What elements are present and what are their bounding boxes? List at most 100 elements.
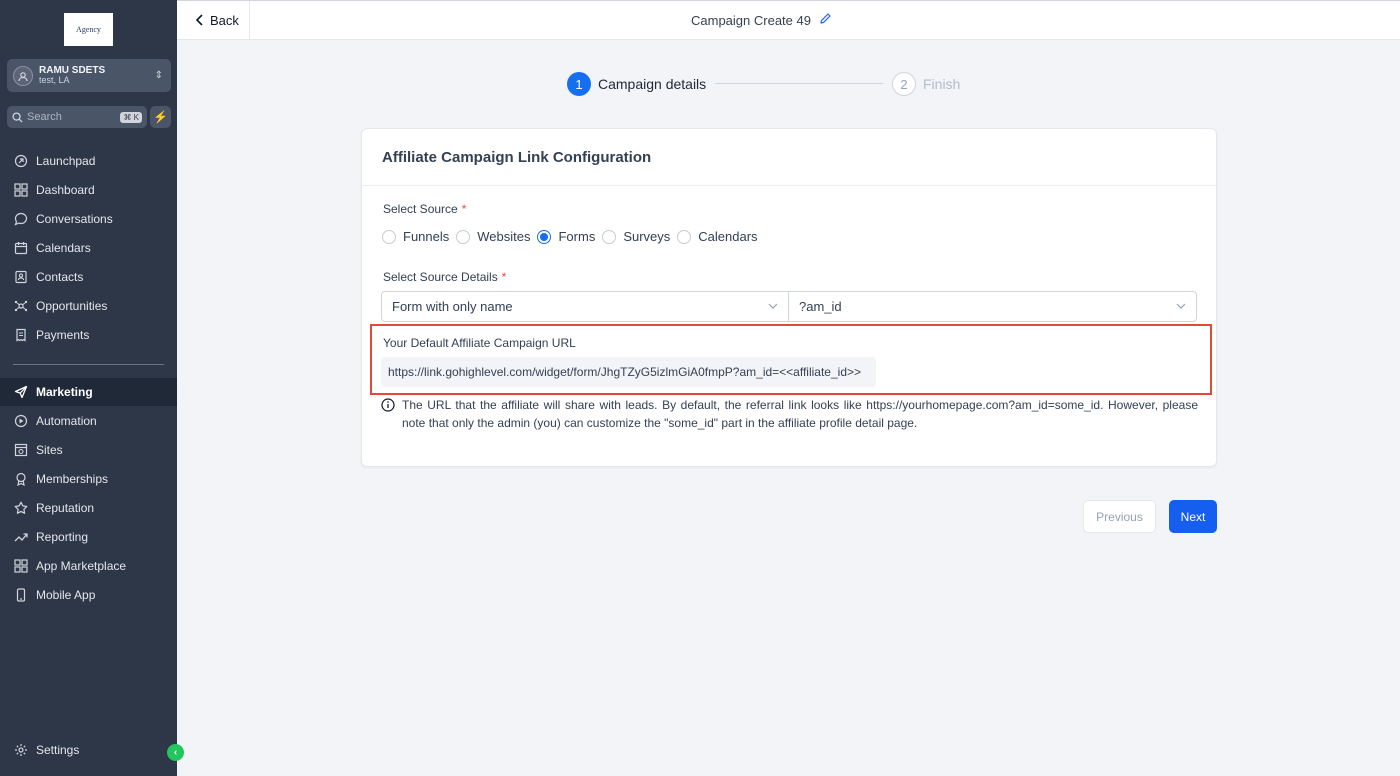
select-source-text: Select Source xyxy=(383,202,458,216)
radio-label: Forms xyxy=(558,229,596,244)
radio-forms[interactable]: Forms xyxy=(537,229,595,244)
sidebar-item-opportunities[interactable]: Opportunities xyxy=(0,292,177,320)
sidebar-item-label: Opportunities xyxy=(36,299,108,313)
step-finish: 2 Finish xyxy=(892,72,960,96)
sidebar-item-label: Conversations xyxy=(36,212,113,226)
pencil-icon[interactable] xyxy=(819,12,832,28)
quick-action-bolt-icon[interactable]: ⚡ xyxy=(150,106,171,128)
radio-calendars[interactable]: Calendars xyxy=(677,229,758,244)
search-icon xyxy=(12,111,23,123)
badge-icon xyxy=(13,471,29,487)
sidebar-item-label: Reporting xyxy=(36,530,89,544)
sidebar-item-label: App Marketplace xyxy=(36,559,127,573)
radio-websites[interactable]: Websites xyxy=(456,229,530,244)
location-icon xyxy=(13,65,33,86)
account-switcher[interactable]: RAMU SDETS test, LA ⇕ xyxy=(7,59,171,92)
source-radio-group: Funnels Websites Forms Surveys Calendars xyxy=(382,229,765,244)
sidebar-item-reputation[interactable]: Reputation xyxy=(0,494,177,522)
step-label: Finish xyxy=(923,76,961,92)
url-help-note: The URL that the affiliate will share wi… xyxy=(381,396,1198,432)
sidebar-item-marketing[interactable]: Marketing xyxy=(0,378,177,406)
radio-label: Funnels xyxy=(403,229,450,244)
chat-icon xyxy=(13,211,29,227)
radio-label: Calendars xyxy=(698,229,758,244)
chevron-updown-icon: ⇕ xyxy=(154,70,163,81)
radio-circle xyxy=(602,229,617,244)
sidebar-item-automation[interactable]: Automation xyxy=(0,407,177,435)
sidebar-item-calendars[interactable]: Calendars xyxy=(0,234,177,262)
contacts-icon xyxy=(13,269,29,285)
rocket-icon xyxy=(13,153,29,169)
step-number: 2 xyxy=(892,72,916,96)
agency-logo[interactable]: Agency xyxy=(64,13,113,46)
sidebar-item-contacts[interactable]: Contacts xyxy=(0,263,177,291)
step-label: Campaign details xyxy=(598,76,707,92)
sidebar-item-label: Dashboard xyxy=(36,183,95,197)
step-campaign-details: 1 Campaign details xyxy=(567,72,706,96)
form-select-value: Form with only name xyxy=(392,299,513,314)
page-title: Campaign Create 49 xyxy=(691,12,832,28)
param-select-value: ?am_id xyxy=(799,299,842,314)
gear-icon xyxy=(13,742,29,758)
search-placeholder: Search xyxy=(27,111,62,123)
sidebar-item-label: Mobile App xyxy=(36,588,96,602)
sidebar-item-mobile-app[interactable]: Mobile App xyxy=(0,581,177,609)
sidebar-item-payments[interactable]: Payments xyxy=(0,321,177,349)
sidebar-item-label: Contacts xyxy=(36,270,84,284)
sidebar-item-launchpad[interactable]: Launchpad xyxy=(0,147,177,175)
param-select[interactable]: ?am_id xyxy=(788,291,1197,322)
radio-circle xyxy=(382,229,396,244)
radio-circle xyxy=(677,229,692,244)
url-highlight-box xyxy=(370,324,1212,395)
apps-icon xyxy=(13,558,29,574)
logo-text: Agency xyxy=(76,25,101,34)
sidebar-item-label: Payments xyxy=(36,328,90,342)
sidebar-item-conversations[interactable]: Conversations xyxy=(0,205,177,233)
next-button[interactable]: Next xyxy=(1169,500,1217,533)
back-label: Back xyxy=(210,13,239,28)
previous-button[interactable]: Previous xyxy=(1083,500,1156,533)
sidebar-item-label: Calendars xyxy=(36,241,91,255)
top-bar: Back Campaign Create 49 xyxy=(177,0,1400,40)
select-source-label: Select Source * xyxy=(383,202,466,216)
search-input[interactable]: Search ⌘ K xyxy=(7,106,147,128)
sidebar-item-dashboard[interactable]: Dashboard xyxy=(0,176,177,204)
sidebar-item-label: Memberships xyxy=(36,472,109,486)
radio-circle xyxy=(456,229,471,244)
sidebar-item-settings[interactable]: Settings xyxy=(0,736,177,764)
required-asterisk: * xyxy=(461,202,467,216)
sidebar-item-label: Marketing xyxy=(36,385,93,399)
sidebar-item-label: Sites xyxy=(36,443,63,457)
sidebar-item-label: Launchpad xyxy=(36,154,96,168)
help-note-text: The URL that the affiliate will share wi… xyxy=(402,398,1198,430)
calendar-icon xyxy=(13,240,29,256)
sidebar-item-label: Reputation xyxy=(36,501,95,515)
sidebar-item-reporting[interactable]: Reporting xyxy=(0,523,177,551)
radio-label: Websites xyxy=(477,229,531,244)
sidebar-item-sites[interactable]: Sites xyxy=(0,436,177,464)
trend-icon xyxy=(13,529,29,545)
affiliate-link-config-card: Affiliate Campaign Link Configuration Se… xyxy=(361,128,1217,467)
sidebar-item-memberships[interactable]: Memberships xyxy=(0,465,177,493)
radio-funnels[interactable]: Funnels xyxy=(382,229,449,244)
sites-icon xyxy=(13,442,29,458)
star-icon xyxy=(13,500,29,516)
required-asterisk: * xyxy=(501,270,507,284)
chevron-down-icon xyxy=(768,301,778,312)
sidebar-item-label: Automation xyxy=(36,414,97,428)
sidebar-item-app-marketplace[interactable]: App Marketplace xyxy=(0,552,177,580)
step-number: 1 xyxy=(567,72,591,96)
card-heading: Affiliate Campaign Link Configuration xyxy=(362,129,1216,186)
chevron-left-icon xyxy=(195,13,204,29)
form-select[interactable]: Form with only name xyxy=(381,291,789,322)
back-button[interactable]: Back xyxy=(177,1,250,40)
select-details-text: Select Source Details xyxy=(383,270,498,284)
info-icon xyxy=(381,398,395,412)
collapse-sidebar-chevron-left-icon[interactable]: ‹ xyxy=(167,744,184,761)
search-shortcut: ⌘ K xyxy=(120,111,142,123)
account-location: test, LA xyxy=(39,75,70,86)
grid-icon xyxy=(13,182,29,198)
network-icon xyxy=(13,298,29,314)
automation-icon xyxy=(13,413,29,429)
radio-surveys[interactable]: Surveys xyxy=(602,229,670,244)
